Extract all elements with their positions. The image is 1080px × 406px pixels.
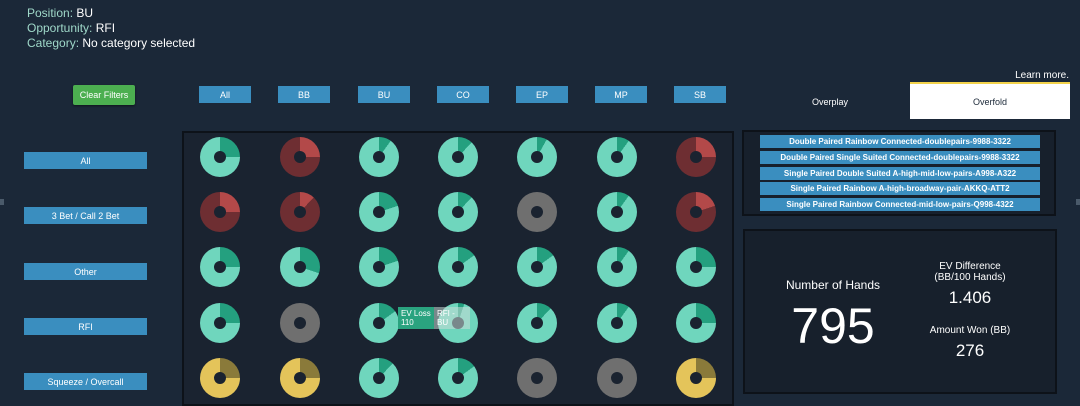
hover-tooltip: EV Loss 110 RFI - BU <box>398 307 470 329</box>
tab-overplay[interactable]: Overplay <box>782 86 878 118</box>
donut-2-1[interactable] <box>280 247 320 287</box>
donut-4-4[interactable] <box>517 358 557 398</box>
donut-4-6[interactable] <box>676 358 716 398</box>
donut-0-6[interactable] <box>676 137 716 177</box>
resize-handle-right[interactable] <box>1076 199 1080 205</box>
column-filter-all[interactable]: All <box>199 86 251 103</box>
learn-more-link[interactable]: Learn more. <box>1015 70 1069 81</box>
donut-2-5[interactable] <box>597 247 637 287</box>
donut-2-4[interactable] <box>517 247 557 287</box>
row-filter-rfi[interactable]: RFI <box>24 318 147 335</box>
donut-1-0[interactable] <box>200 192 240 232</box>
donut-0-5[interactable] <box>597 137 637 177</box>
donut-0-1[interactable] <box>280 137 320 177</box>
donut-4-0[interactable] <box>200 358 240 398</box>
amount-won-label: Amount Won (BB) <box>929 325 1011 336</box>
donut-2-0[interactable] <box>200 247 240 287</box>
hands-value: 795 <box>791 298 875 354</box>
ev-difference-title: EV Difference <box>939 261 1001 272</box>
category-value: No category selected <box>82 36 196 50</box>
donut-1-4[interactable] <box>517 192 557 232</box>
tooltip-ev-loss: EV Loss 110 <box>398 307 434 329</box>
donut-3-2[interactable] <box>359 303 399 343</box>
category-item[interactable]: Single Paired Rainbow A-high-broadway-pa… <box>760 182 1040 195</box>
donut-3-4[interactable] <box>517 303 557 343</box>
donut-3-0[interactable] <box>200 303 240 343</box>
ev-difference-unit: (BB/100 Hands) <box>934 272 1006 283</box>
donut-0-0[interactable] <box>200 137 240 177</box>
category-item[interactable]: Double Paired Single Suited Connected-do… <box>760 151 1040 164</box>
donut-0-2[interactable] <box>359 137 399 177</box>
donut-2-6[interactable] <box>676 247 716 287</box>
category-item[interactable]: Single Paired Rainbow Connected-mid-low-… <box>760 198 1040 211</box>
category-key: Category: <box>27 36 80 50</box>
donut-3-1[interactable] <box>280 303 320 343</box>
donut-0-3[interactable] <box>438 137 478 177</box>
category-item[interactable]: Double Paired Rainbow Connected-doublepa… <box>760 135 1040 148</box>
donut-1-1[interactable] <box>280 192 320 232</box>
tooltip-value: 110 <box>401 318 414 327</box>
donut-0-4[interactable] <box>517 137 557 177</box>
position-key: Position: <box>27 6 74 20</box>
ev-difference-value: 1.406 <box>948 288 992 307</box>
donut-3-6[interactable] <box>676 303 716 343</box>
info-position: Position: BU <box>27 6 93 21</box>
opportunity-key: Opportunity: <box>27 21 93 35</box>
opportunity-value: RFI <box>95 21 116 35</box>
category-list: Double Paired Rainbow Connected-doublepa… <box>742 130 1056 216</box>
position-value: BU <box>76 6 94 20</box>
donut-1-5[interactable] <box>597 192 637 232</box>
donut-2-3[interactable] <box>438 247 478 287</box>
category-item[interactable]: Single Paired Double Suited A-high-mid-l… <box>760 167 1040 180</box>
donut-4-1[interactable] <box>280 358 320 398</box>
column-filter-bu[interactable]: BU <box>358 86 410 103</box>
clear-filters-button[interactable]: Clear Filters <box>73 85 135 105</box>
donut-1-3[interactable] <box>438 192 478 232</box>
donut-2-2[interactable] <box>359 247 399 287</box>
row-filter-other[interactable]: Other <box>24 263 147 280</box>
column-filter-co[interactable]: CO <box>437 86 489 103</box>
column-filter-mp[interactable]: MP <box>595 86 647 103</box>
resize-handle-left[interactable] <box>0 199 4 205</box>
donut-3-5[interactable] <box>597 303 637 343</box>
row-filter-all[interactable]: All <box>24 152 147 169</box>
info-opportunity: Opportunity: RFI <box>27 21 115 36</box>
info-category: Category: No category selected <box>27 36 195 51</box>
ev-difference-label: EV Difference (BB/100 Hands) <box>915 261 1025 283</box>
row-filter-squeeze-overcall[interactable]: Squeeze / Overcall <box>24 373 147 390</box>
row-filter-3bet-call2bet[interactable]: 3 Bet / Call 2 Bet <box>24 207 147 224</box>
hands-label: Number of Hands <box>785 278 881 292</box>
amount-won-value: 276 <box>955 341 985 360</box>
donut-4-3[interactable] <box>438 358 478 398</box>
stats-panel: Number of Hands 795 EV Difference (BB/10… <box>743 229 1057 394</box>
donut-1-6[interactable] <box>676 192 716 232</box>
tooltip-title: RFI - BU <box>434 307 470 329</box>
donut-grid <box>182 131 734 406</box>
tab-overfold[interactable]: Overfold <box>910 82 1070 119</box>
tooltip-label: EV Loss <box>401 309 431 318</box>
donut-4-5[interactable] <box>597 358 637 398</box>
column-filter-bb[interactable]: BB <box>278 86 330 103</box>
donut-1-2[interactable] <box>359 192 399 232</box>
donut-4-2[interactable] <box>359 358 399 398</box>
column-filter-ep[interactable]: EP <box>516 86 568 103</box>
column-filter-sb[interactable]: SB <box>674 86 726 103</box>
